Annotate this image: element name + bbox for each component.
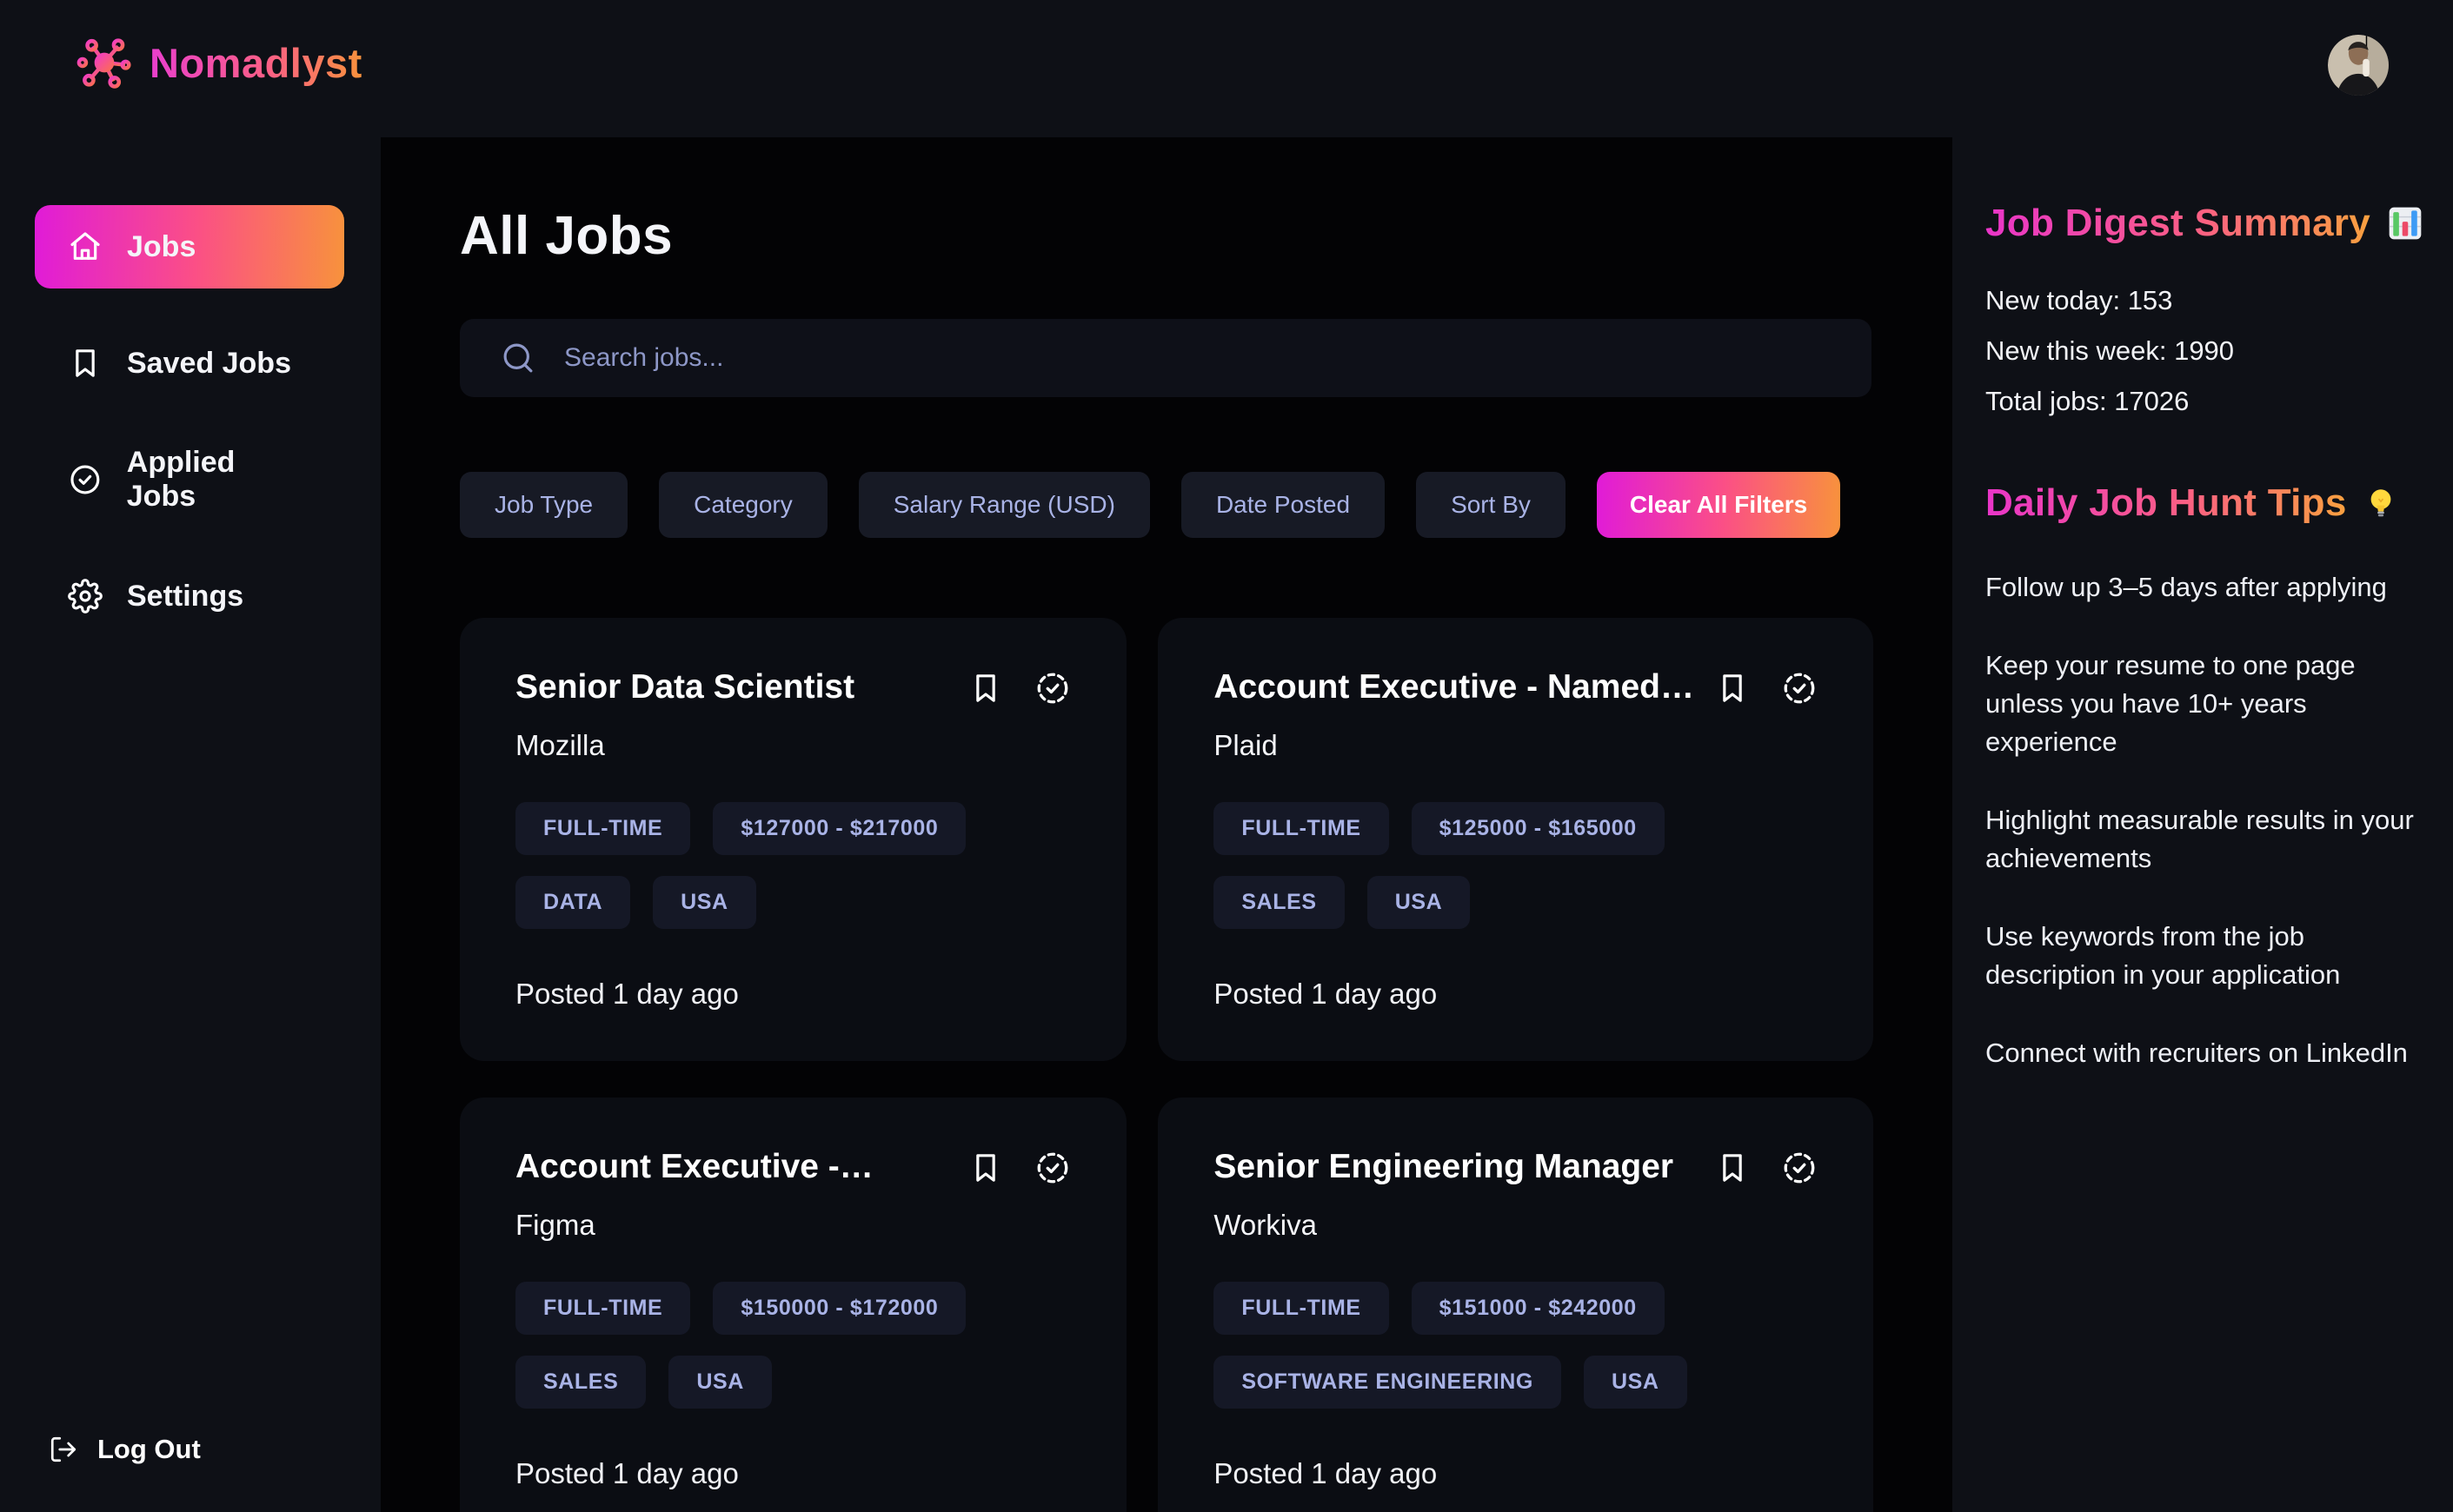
company-name: Plaid <box>1213 729 1818 762</box>
sidebar-item-settings[interactable]: Settings <box>35 554 344 638</box>
job-tag: $125000 - $165000 <box>1412 802 1665 855</box>
bar-chart-emoji-icon <box>2386 204 2424 242</box>
job-title: Senior Engineering Manager <box>1213 1148 1694 1186</box>
page-title: All Jobs <box>460 205 1873 267</box>
bookmark-icon[interactable] <box>968 1151 1003 1185</box>
job-tag: SALES <box>1213 876 1344 929</box>
stat-new-this-week: New this week: 1990 <box>1985 335 2453 367</box>
job-tag: DATA <box>515 876 630 929</box>
tag-row: FULL-TIME $127000 - $217000 DATA USA <box>515 802 1071 929</box>
job-tag: SOFTWARE ENGINEERING <box>1213 1356 1561 1409</box>
filter-date-posted[interactable]: Date Posted <box>1181 472 1385 538</box>
avatar-photo <box>2328 35 2389 96</box>
job-tag: $150000 - $172000 <box>713 1282 966 1335</box>
app-logo: Nomadlyst <box>76 35 362 90</box>
company-name: Figma <box>515 1209 1071 1242</box>
filter-category[interactable]: Category <box>659 472 828 538</box>
company-name: Mozilla <box>515 729 1071 762</box>
bookmark-icon[interactable] <box>1715 671 1750 706</box>
user-avatar[interactable] <box>2328 35 2389 96</box>
logout-label: Log Out <box>97 1434 201 1465</box>
applied-check-icon[interactable] <box>1781 1150 1818 1186</box>
logout-button[interactable]: Log Out <box>49 1434 201 1465</box>
molecule-logo-icon <box>76 35 132 90</box>
check-circle-icon <box>68 462 103 497</box>
job-tag: FULL-TIME <box>515 802 690 855</box>
job-title: Account Executive - Named… <box>1213 668 1694 706</box>
applied-check-icon[interactable] <box>1781 670 1818 706</box>
job-title: Senior Data Scientist <box>515 668 947 706</box>
job-card[interactable]: Senior Data Scientist Mozilla FULL-TIME … <box>460 618 1127 1061</box>
job-tag: USA <box>1367 876 1471 929</box>
posted-date: Posted 1 day ago <box>1213 978 1818 1011</box>
tip-item: Keep your resume to one page unless you … <box>1985 647 2424 761</box>
job-tag: FULL-TIME <box>515 1282 690 1335</box>
main-panel: All Jobs Job Type Category Salary Range … <box>381 137 1952 1512</box>
tip-item: Highlight measurable results in your ach… <box>1985 801 2424 878</box>
posted-date: Posted 1 day ago <box>1213 1457 1818 1490</box>
tip-item: Use keywords from the job description in… <box>1985 918 2424 994</box>
job-card-grid: Senior Data Scientist Mozilla FULL-TIME … <box>460 618 1873 1512</box>
job-card[interactable]: Account Executive -… Figma FULL-TIME $15… <box>460 1098 1127 1512</box>
sidebar-item-applied-jobs[interactable]: Applied Jobs <box>35 438 344 521</box>
filter-salary-range[interactable]: Salary Range (USD) <box>859 472 1150 538</box>
sidebar-nav: Jobs Saved Jobs Applied Jobs Settings <box>35 205 344 671</box>
filter-job-type[interactable]: Job Type <box>460 472 628 538</box>
sidebar-item-jobs[interactable]: Jobs <box>35 205 344 288</box>
job-digest-heading: Job Digest Summary <box>1985 202 2453 245</box>
sidebar-item-saved-jobs[interactable]: Saved Jobs <box>35 322 344 405</box>
job-tag: FULL-TIME <box>1213 802 1388 855</box>
posted-date: Posted 1 day ago <box>515 1457 1071 1490</box>
tag-row: FULL-TIME $151000 - $242000 SOFTWARE ENG… <box>1213 1282 1818 1409</box>
job-card[interactable]: Account Executive - Named… Plaid FULL-TI… <box>1158 618 1873 1061</box>
applied-check-icon[interactable] <box>1034 670 1071 706</box>
digest-stats: New today: 153 New this week: 1990 Total… <box>1985 285 2453 417</box>
search-input[interactable] <box>564 343 1831 373</box>
sidebar-item-label: Settings <box>127 580 243 613</box>
company-name: Workiva <box>1213 1209 1818 1242</box>
tip-item: Follow up 3–5 days after applying <box>1985 568 2424 607</box>
job-tag: USA <box>653 876 756 929</box>
sidebar-item-label: Jobs <box>127 230 196 264</box>
stat-total-jobs: Total jobs: 17026 <box>1985 386 2453 417</box>
tag-row: FULL-TIME $125000 - $165000 SALES USA <box>1213 802 1818 929</box>
home-icon <box>68 229 103 264</box>
tips-list: Follow up 3–5 days after applying Keep y… <box>1985 568 2453 1072</box>
filter-bar: Job Type Category Salary Range (USD) Dat… <box>460 472 1873 538</box>
bookmark-icon[interactable] <box>1715 1151 1750 1185</box>
tips-heading: Daily Job Hunt Tips <box>1985 481 2453 525</box>
tag-row: FULL-TIME $150000 - $172000 SALES USA <box>515 1282 1071 1409</box>
stat-new-today: New today: 153 <box>1985 285 2453 316</box>
tips-title: Daily Job Hunt Tips <box>1985 481 2347 525</box>
clear-all-filters-button[interactable]: Clear All Filters <box>1597 472 1840 538</box>
sidebar-item-label: Saved Jobs <box>127 347 291 381</box>
job-tag: $127000 - $217000 <box>713 802 966 855</box>
brand-name: Nomadlyst <box>150 39 362 87</box>
job-card[interactable]: Senior Engineering Manager Workiva FULL-… <box>1158 1098 1873 1512</box>
gear-icon <box>68 579 103 613</box>
logout-icon <box>49 1435 78 1464</box>
job-tag: SALES <box>515 1356 646 1409</box>
job-digest-title: Job Digest Summary <box>1985 202 2370 245</box>
right-sidebar: Job Digest Summary New today: 153 New th… <box>1985 202 2453 1112</box>
bookmark-icon[interactable] <box>968 671 1003 706</box>
job-tag: $151000 - $242000 <box>1412 1282 1665 1335</box>
search-icon <box>500 340 536 376</box>
applied-check-icon[interactable] <box>1034 1150 1071 1186</box>
job-tag: FULL-TIME <box>1213 1282 1388 1335</box>
job-tag: USA <box>1584 1356 1687 1409</box>
job-title: Account Executive -… <box>515 1148 947 1186</box>
bookmark-icon <box>68 346 103 381</box>
search-bar[interactable] <box>460 319 1871 397</box>
filter-sort-by[interactable]: Sort By <box>1416 472 1566 538</box>
sidebar-item-label: Applied Jobs <box>127 446 311 514</box>
lightbulb-emoji-icon <box>2363 485 2399 521</box>
tip-item: Connect with recruiters on LinkedIn <box>1985 1034 2424 1072</box>
job-tag: USA <box>668 1356 772 1409</box>
posted-date: Posted 1 day ago <box>515 978 1071 1011</box>
